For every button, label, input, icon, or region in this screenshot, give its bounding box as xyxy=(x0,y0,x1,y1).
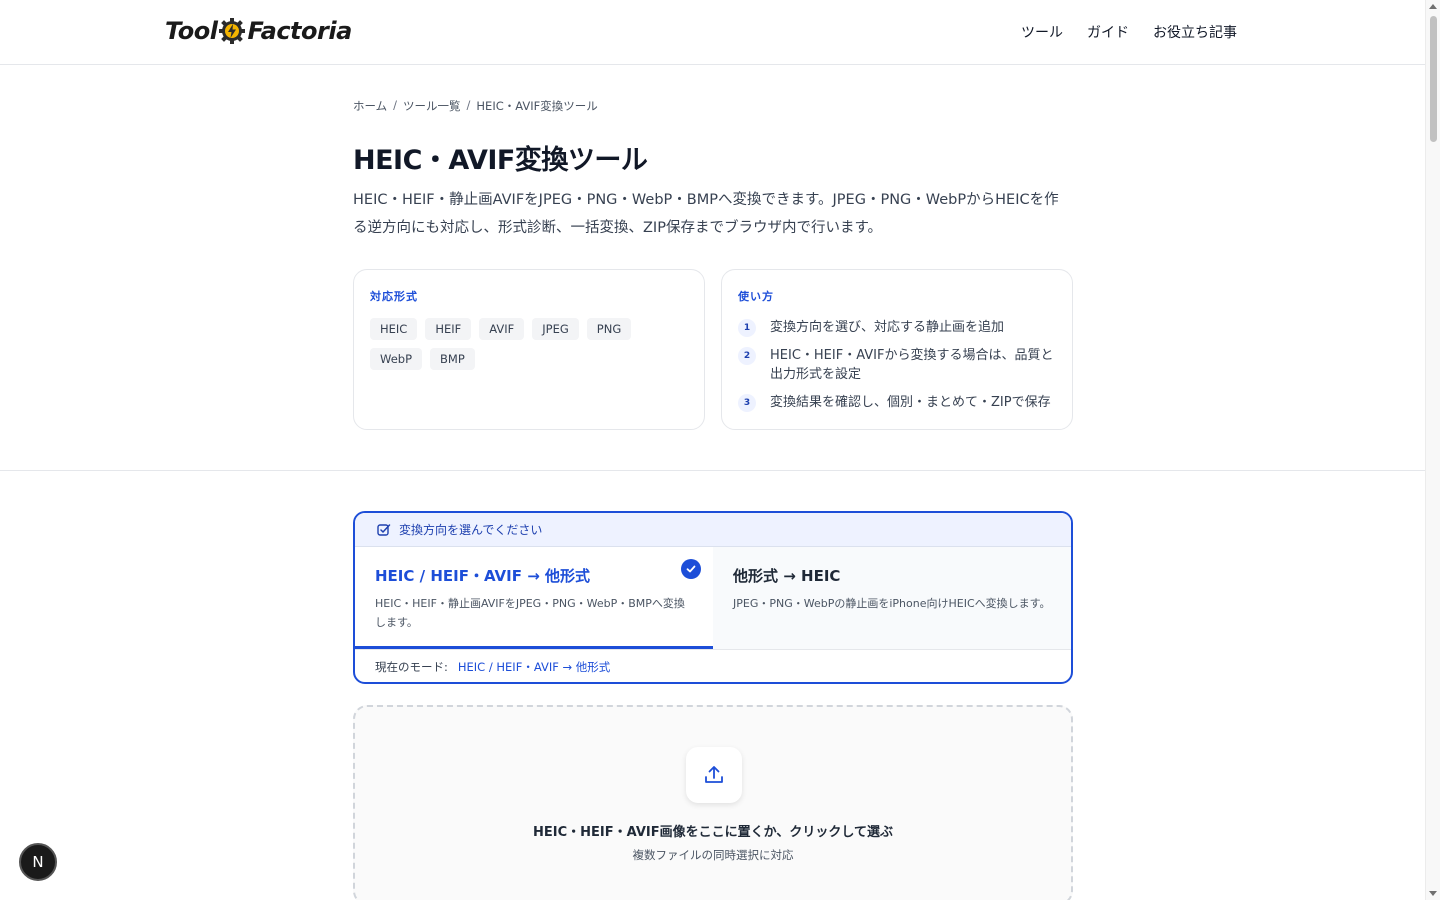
upload-icon xyxy=(705,766,723,783)
usage-step: 1 変換方向を選び、対応する静止画を追加 xyxy=(738,318,1056,337)
checkbox-icon xyxy=(377,523,391,536)
mode-option-description: JPEG・PNG・WebPの静止画をiPhone向けHEICへ変換します。 xyxy=(733,597,1051,610)
gear-bolt-icon xyxy=(219,18,246,44)
usage-step: 3 変換結果を確認し、個別・まとめて・ZIPで保存 xyxy=(738,393,1056,412)
format-chip: HEIF xyxy=(425,318,472,340)
dropzone-title: HEIC・HEIF・AVIF画像をここに置くか、クリックして選ぶ xyxy=(533,825,893,840)
breadcrumb-home[interactable]: ホーム xyxy=(353,98,387,114)
site-logo[interactable]: Tool Factoria xyxy=(165,14,352,48)
nav-guide[interactable]: ガイド xyxy=(1087,22,1129,42)
supported-formats-card: 対応形式 HEIC HEIF AVIF JPEG PNG WebP BMP xyxy=(353,269,705,430)
step-number: 3 xyxy=(738,394,756,412)
formats-card-title: 対応形式 xyxy=(370,290,418,303)
breadcrumb-separator: / xyxy=(466,98,471,112)
scroll-up-arrow-icon[interactable] xyxy=(1429,4,1437,9)
nav-articles[interactable]: お役立ち記事 xyxy=(1153,22,1237,42)
current-mode-value: HEIC / HEIF・AVIF → 他形式 xyxy=(457,660,611,674)
format-chips: HEIC HEIF AVIF JPEG PNG WebP BMP xyxy=(370,318,688,370)
step-text: 変換方向を選び、対応する静止画を追加 xyxy=(770,320,1005,335)
format-chip: BMP xyxy=(430,348,475,370)
mode-option-other-to-heic[interactable]: 他形式 → HEIC JPEG・PNG・WebPの静止画をiPhone向けHEI… xyxy=(713,547,1071,649)
usage-card: 使い方 1 変換方向を選び、対応する静止画を追加 2 HEIC・HEIF・AVI… xyxy=(721,269,1073,430)
usage-card-title: 使い方 xyxy=(738,290,774,303)
mode-header: 変換方向を選んでください xyxy=(355,513,1071,547)
step-number: 1 xyxy=(738,319,756,337)
breadcrumb-tools[interactable]: ツール一覧 xyxy=(403,98,461,114)
page-scrollbar[interactable] xyxy=(1425,0,1440,900)
step-number: 2 xyxy=(738,347,756,365)
scroll-down-arrow-icon[interactable] xyxy=(1429,891,1437,896)
mode-option-description: HEIC・HEIF・静止画AVIFをJPEG・PNG・WebP・BMPへ変換しま… xyxy=(375,597,685,629)
mode-header-label: 変換方向を選んでください xyxy=(399,523,543,537)
nextjs-dev-badge[interactable]: N xyxy=(19,843,57,881)
step-text: 変換結果を確認し、個別・まとめて・ZIPで保存 xyxy=(770,395,1051,410)
current-mode-label: 現在のモード: xyxy=(375,660,448,674)
format-chip: PNG xyxy=(586,318,632,340)
format-chip: HEIC xyxy=(370,318,418,340)
dropzone-subtitle: 複数ファイルの同時選択に対応 xyxy=(632,848,794,862)
file-dropzone[interactable]: HEIC・HEIF・AVIF画像をここに置くか、クリックして選ぶ 複数ファイルの… xyxy=(353,705,1073,900)
breadcrumb-separator: / xyxy=(393,98,398,112)
site-header: Tool Factoria ツール ガイド お役立ち記事 xyxy=(0,0,1425,65)
mode-option-title: HEIC / HEIF・AVIF → 他形式 xyxy=(375,567,590,585)
mode-options: HEIC / HEIF・AVIF → 他形式 HEIC・HEIF・静止画AVIF… xyxy=(355,547,1071,650)
format-chip: AVIF xyxy=(479,318,525,340)
logo-text-factoria: Factoria xyxy=(247,17,352,45)
format-chip: JPEG xyxy=(532,318,579,340)
page-description: HEIC・HEIF・静止画AVIFをJPEG・PNG・WebP・BMPへ変換でき… xyxy=(353,192,1059,236)
step-text: HEIC・HEIF・AVIFから変換する場合は、品質と出力形式を設定 xyxy=(770,348,1054,382)
main-nav: ツール ガイド お役立ち記事 xyxy=(1021,22,1237,42)
scrollbar-thumb[interactable] xyxy=(1430,16,1437,142)
format-chip: WebP xyxy=(370,348,423,370)
current-mode-status: 現在のモード: HEIC / HEIF・AVIF → 他形式 xyxy=(355,650,1071,682)
breadcrumb-current: HEIC・AVIF変換ツール xyxy=(476,99,598,113)
mode-option-title: 他形式 → HEIC xyxy=(733,567,841,585)
selected-check-icon xyxy=(681,559,701,579)
breadcrumb: ホーム / ツール一覧 / HEIC・AVIF変換ツール xyxy=(353,98,598,114)
section-divider xyxy=(0,470,1425,471)
usage-step: 2 HEIC・HEIF・AVIFから変換する場合は、品質と出力形式を設定 xyxy=(738,346,1056,384)
usage-steps: 1 変換方向を選び、対応する静止画を追加 2 HEIC・HEIF・AVIFから変… xyxy=(738,318,1056,412)
nav-tools[interactable]: ツール xyxy=(1021,22,1063,42)
upload-button[interactable] xyxy=(686,747,742,803)
logo-text-tool: Tool xyxy=(165,17,218,45)
conversion-mode-selector: 変換方向を選んでください HEIC / HEIF・AVIF → 他形式 HEIC… xyxy=(353,511,1073,684)
page-title: HEIC・AVIF変換ツール xyxy=(353,145,648,176)
mode-option-heic-to-other[interactable]: HEIC / HEIF・AVIF → 他形式 HEIC・HEIF・静止画AVIF… xyxy=(355,547,713,649)
